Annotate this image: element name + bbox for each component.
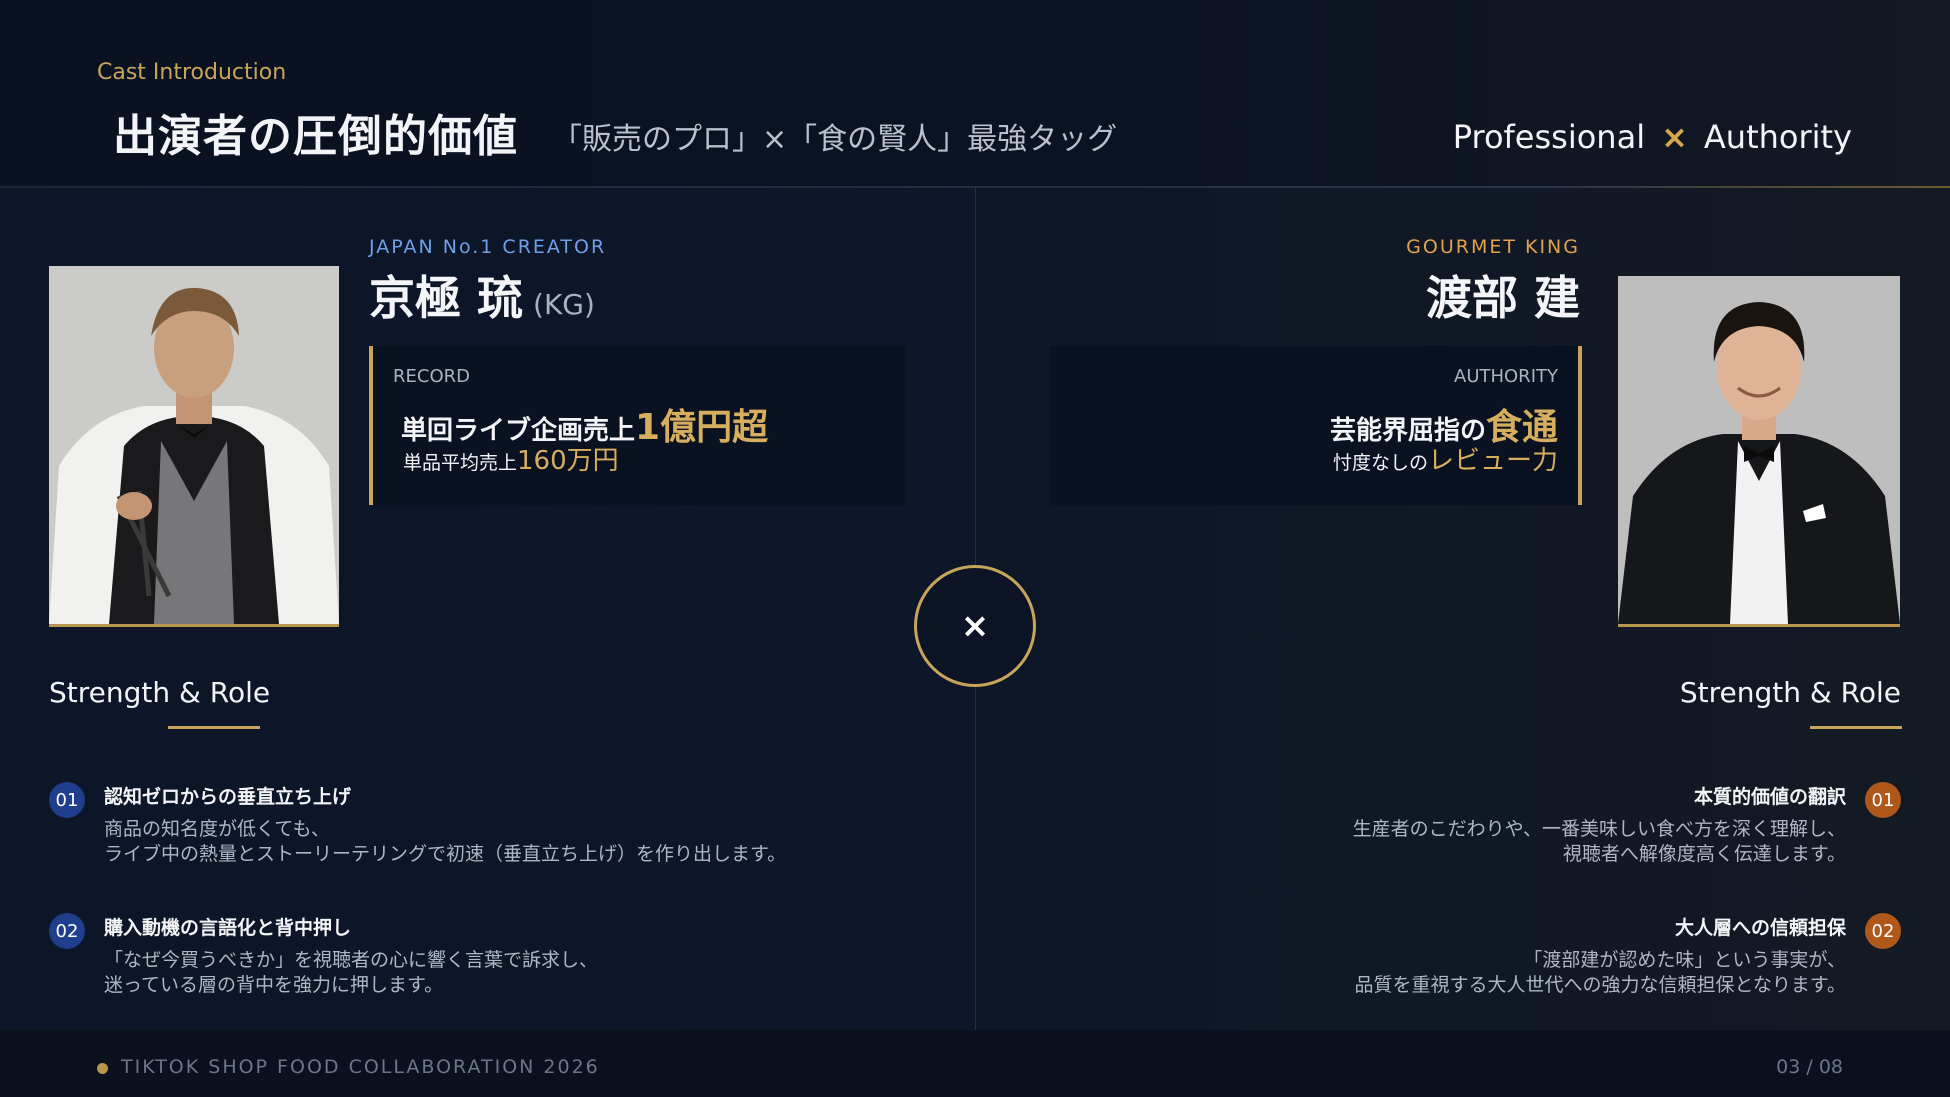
watabe-tag: GOURMET KING: [1406, 236, 1580, 258]
kg-item-2-title: 購入動機の言語化と背中押し: [104, 917, 352, 939]
kg-item-1-desc-line2: ライブ中の熱量とストーリーテリングで初速（垂直立ち上げ）を作り出します。: [104, 843, 787, 865]
kg-item-2-desc-line2: 迷っている層の背中を強力に押します。: [104, 974, 444, 996]
kg-item-1-desc-line1: 商品の知名度が低くても、: [104, 818, 330, 840]
kg-portrait-photo: [49, 266, 339, 627]
watabe-item-2-desc-line2: 品質を重視する大人世代への強力な信頼担保となります。: [1354, 974, 1846, 996]
kg-record-line2-highlight: 160万円: [517, 446, 619, 476]
watabe-authority-box: AUTHORITY 芸能界屈指の食通 忖度なしのレビュー力: [1050, 346, 1582, 505]
kg-item-1-desc: 商品の知名度が低くても、ライブ中の熱量とストーリーテリングで初速（垂直立ち上げ）…: [104, 817, 786, 867]
watabe-item-2-desc-line1: 「渡部建が認めた味」という事実が、: [1523, 949, 1846, 971]
kg-strength-underline: [168, 726, 260, 729]
tagline-professional: Professional: [1452, 118, 1646, 156]
watabe-item-2-badge: 02: [1865, 913, 1901, 949]
page-number: 03 / 08: [1776, 1056, 1843, 1078]
page-subtitle: 「販売のプロ」×「食の賢人」最強タッグ: [552, 122, 1118, 157]
watabe-item-2-desc: 「渡部建が認めた味」という事実が、品質を重視する大人世代への強力な信頼担保となり…: [1354, 948, 1846, 998]
eyebrow-label: Cast Introduction: [97, 60, 287, 85]
watabe-authority-line2-prefix: 忖度なしの: [1332, 452, 1428, 474]
kg-strength-title: Strength & Role: [49, 676, 271, 709]
kg-record-line2: 単品平均売上160万円: [403, 440, 619, 477]
tagline-cross: ×: [1661, 118, 1688, 156]
watabe-item-1-title: 本質的価値の翻訳: [1693, 786, 1846, 808]
watabe-item-1-desc-line1: 生産者のこだわりや、一番美味しい食べ方を深く理解し、: [1352, 818, 1846, 840]
footer-bullet-icon: [97, 1063, 108, 1074]
kg-name-suffix: (KG): [533, 288, 595, 321]
kg-item-2-desc: 「なぜ今買うべきか」を視聴者の心に響く言葉で訴求し、 迷っている層の背中を強力に押…: [104, 948, 598, 998]
watabe-strength-underline: [1810, 726, 1902, 729]
watabe-name: 渡部 建: [1425, 271, 1580, 325]
watabe-item-1-badge: 01: [1865, 782, 1901, 818]
watabe-item-1-desc-line2: 視聴者へ解像度高く伝達します。: [1562, 843, 1846, 865]
watabe-item-1-desc: 生産者のこだわりや、一番美味しい食べ方を深く理解し、視聴者へ解像度高く伝達します…: [1353, 817, 1846, 867]
kg-record-line1-highlight: 1億円超: [635, 407, 769, 448]
watabe-portrait-photo: [1618, 276, 1900, 627]
kg-name-text: 京極 琉: [369, 271, 524, 325]
kg-item-2-desc-line1: 「なぜ今買うべきか」を視聴者の心に響く言葉で訴求し、: [104, 949, 599, 971]
kg-record-line2-prefix: 単品平均売上: [403, 452, 518, 474]
kg-item-1-badge: 01: [49, 782, 85, 818]
watabe-authority-line2: 忖度なしのレビュー力: [1333, 440, 1558, 477]
kg-tag: JAPAN No.1 CREATOR: [369, 236, 607, 258]
watabe-strength-title: Strength & Role: [1679, 676, 1901, 709]
footer-caption: TIKTOK SHOP FOOD COLLABORATION 2026: [121, 1056, 600, 1078]
page-title: 出演者の圧倒的価値: [113, 111, 518, 162]
kg-item-1-title: 認知ゼロからの垂直立ち上げ: [104, 786, 352, 808]
kg-item-2-badge: 02: [49, 913, 85, 949]
tagline-authority: Authority: [1703, 118, 1852, 156]
watabe-authority-head: AUTHORITY: [1454, 366, 1558, 387]
kg-record-box: RECORD 単回ライブ企画売上1億円超 単品平均売上160万円: [369, 346, 905, 505]
watabe-item-2-title: 大人層への信頼担保: [1674, 917, 1846, 939]
kg-name: 京極 琉 (KG): [369, 262, 595, 328]
cross-emblem: ×: [914, 565, 1036, 687]
kg-record-head: RECORD: [393, 366, 470, 387]
tagline: Professional × Authority: [1453, 118, 1852, 156]
watabe-authority-line2-highlight: レビュー力: [1427, 446, 1558, 476]
